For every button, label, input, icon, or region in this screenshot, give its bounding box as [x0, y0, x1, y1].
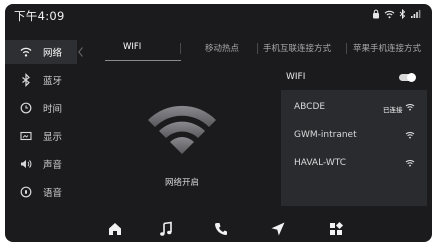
sidebar-item-network[interactable]: 网络 — [5, 40, 77, 64]
tab-bar: WIFI 移动热点 手机互联连接方式 苹果手机连接方式 — [87, 40, 432, 62]
settings-sidebar: 网络 蓝牙 时间 显示 声音 语音 — [5, 34, 77, 206]
network-name: HAVAL-WTC — [294, 158, 346, 168]
tab-divider — [257, 43, 258, 54]
status-icons — [372, 9, 422, 19]
home-icon[interactable] — [106, 220, 124, 238]
wifi-network-row[interactable]: HAVAL-WTC — [281, 149, 427, 177]
display-icon — [20, 131, 32, 141]
lock-icon — [373, 9, 379, 19]
wifi-signal-icon — [405, 160, 415, 167]
chevron-left-icon — [78, 47, 83, 57]
speaker-icon — [21, 160, 32, 168]
sidebar-item-bluetooth[interactable]: 蓝牙 — [5, 68, 77, 92]
voice-icon — [20, 186, 32, 198]
apps-icon[interactable] — [327, 220, 345, 238]
sidebar-item-label: 语音 — [43, 188, 63, 199]
tab-mobile-hotspot[interactable]: 移动热点 — [205, 42, 239, 54]
sidebar-item-display[interactable]: 显示 — [5, 124, 77, 148]
tab-phone-link[interactable]: 手机互联连接方式 — [263, 42, 331, 54]
wifi-title: WIFI — [286, 72, 306, 82]
bluetooth-icon — [399, 9, 406, 19]
sidebar-item-sound[interactable]: 声音 — [5, 152, 77, 176]
sidebar-item-label: 声音 — [43, 160, 63, 171]
head-unit-screen: 下午4:09 网络 蓝牙 时间 显示 声音 语音 WIFI 移动热点 手机互联连… — [5, 4, 432, 242]
wifi-icon — [384, 10, 395, 18]
navigation-icon[interactable] — [269, 220, 287, 238]
phone-icon[interactable] — [212, 220, 230, 238]
bottom-dock — [5, 214, 432, 242]
tab-iphone-link[interactable]: 苹果手机连接方式 — [353, 42, 421, 54]
clock: 下午4:09 — [14, 9, 65, 23]
network-name: GWM-intranet — [294, 130, 357, 140]
wifi-signal-icon — [405, 132, 415, 139]
active-tab-indicator — [105, 60, 181, 61]
wifi-icon — [20, 47, 32, 57]
clock-icon — [20, 102, 32, 114]
signal-icon — [411, 10, 421, 18]
sidebar-item-voice[interactable]: 语音 — [5, 180, 77, 204]
wifi-large-icon — [148, 105, 216, 154]
network-status-label: 网络开启 — [164, 178, 199, 188]
network-status-panel: 网络开启 — [87, 64, 277, 206]
wifi-header: WIFI — [281, 64, 427, 90]
sidebar-item-label: 显示 — [43, 132, 63, 143]
status-bar: 下午4:09 — [5, 4, 432, 26]
wifi-panel: WIFI ABCDE 已连接 GWM-intranet HAVAL-WTC — [281, 64, 427, 206]
sidebar-item-label: 网络 — [43, 48, 63, 59]
wifi-network-list: ABCDE 已连接 GWM-intranet HAVAL-WTC — [281, 90, 427, 206]
connection-status: 已连接 — [383, 106, 403, 114]
wifi-network-row[interactable]: GWM-intranet — [281, 121, 427, 149]
wifi-signal-icon — [405, 104, 415, 111]
wifi-toggle[interactable] — [399, 73, 416, 82]
tab-divider — [346, 43, 347, 54]
sidebar-item-label: 蓝牙 — [43, 76, 63, 87]
wifi-network-row[interactable]: ABCDE 已连接 — [281, 93, 427, 121]
music-icon[interactable] — [157, 220, 175, 238]
network-name: ABCDE — [294, 102, 326, 112]
tab-divider — [180, 43, 181, 54]
sidebar-item-label: 时间 — [43, 104, 63, 115]
tab-wifi[interactable]: WIFI — [123, 42, 141, 52]
bluetooth-icon — [22, 73, 30, 87]
sidebar-item-time[interactable]: 时间 — [5, 96, 77, 120]
